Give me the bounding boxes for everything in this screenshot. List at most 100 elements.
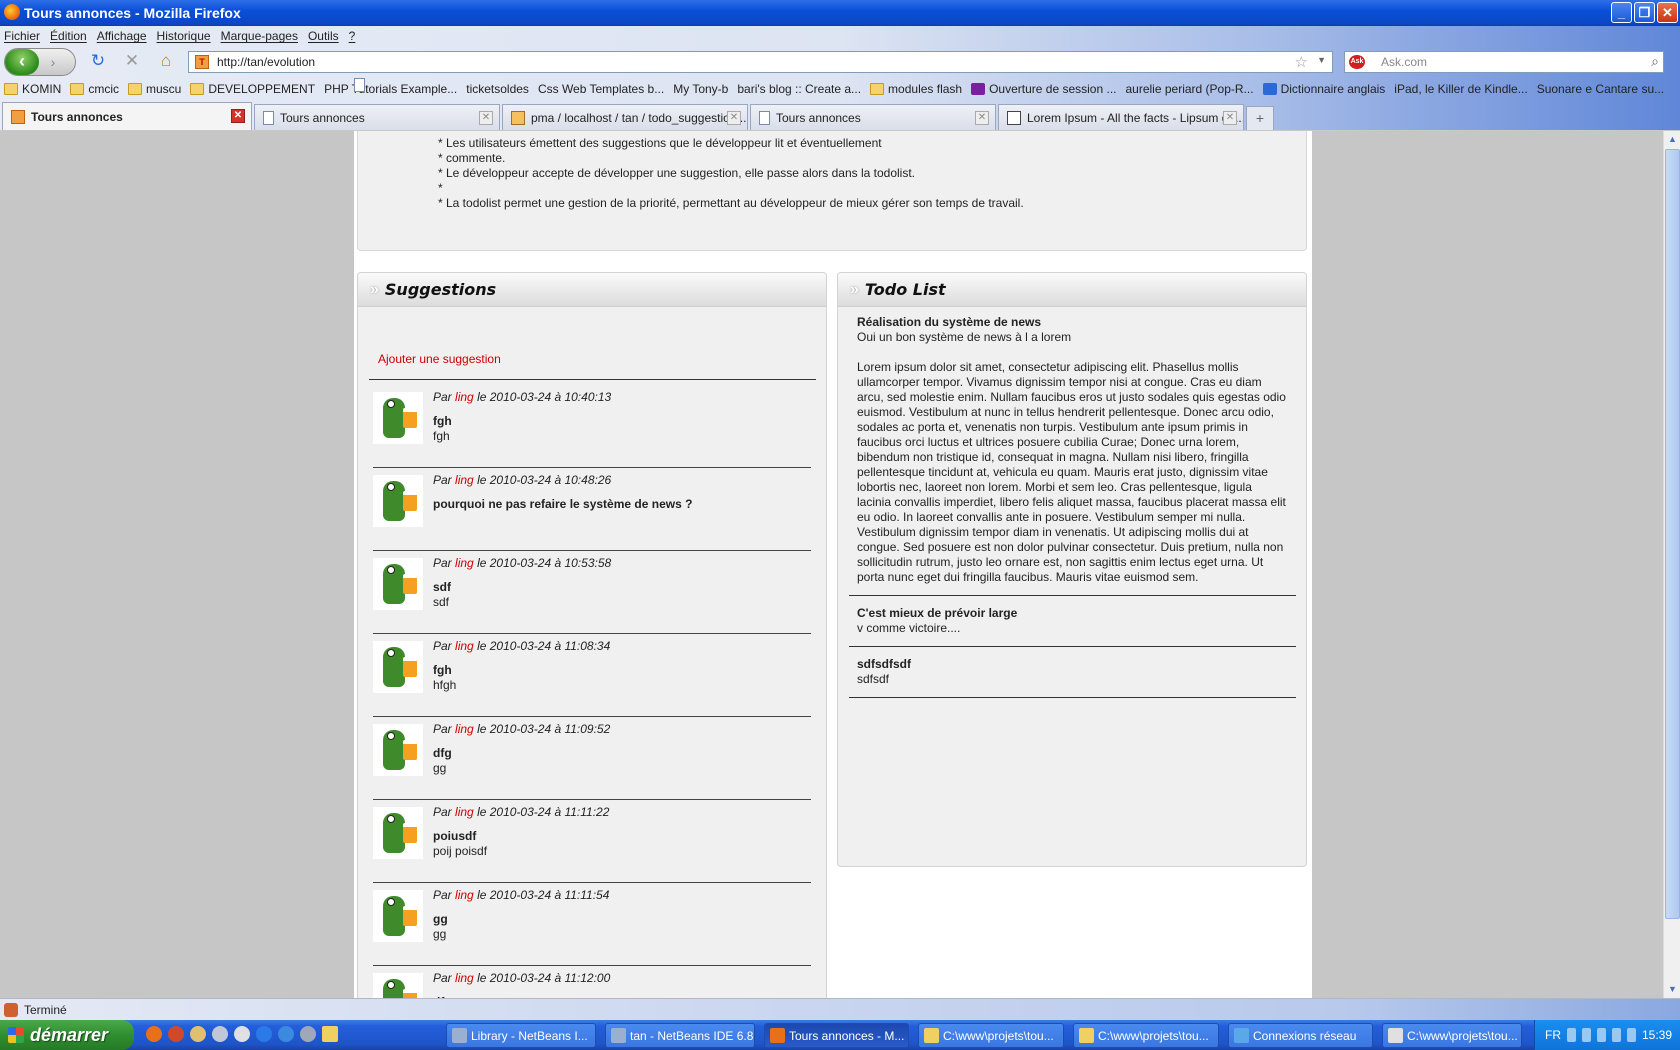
- close-tab-icon[interactable]: ✕: [231, 109, 245, 123]
- firefox-alt-quicklaunch-icon[interactable]: [168, 1026, 184, 1042]
- url-bar[interactable]: T http://tan/evolution ☆ ▼: [188, 51, 1333, 73]
- close-tab-icon[interactable]: ✕: [975, 111, 989, 125]
- calendar-quicklaunch-icon[interactable]: [234, 1026, 250, 1042]
- taskbar-task[interactable]: tan - NetBeans IDE 6.8: [605, 1023, 755, 1048]
- shield-icon[interactable]: [1627, 1028, 1636, 1042]
- bookmark-label: Css Web Templates b...: [537, 82, 665, 96]
- taskbar-task[interactable]: C:\www\projets\tou...: [918, 1023, 1064, 1048]
- close-tab-icon[interactable]: ✕: [1223, 111, 1237, 125]
- author-link[interactable]: ling: [455, 473, 474, 487]
- close-tab-icon[interactable]: ✕: [727, 111, 741, 125]
- bookmark-item[interactable]: cmcic: [70, 82, 119, 96]
- start-button[interactable]: démarrer: [0, 1020, 134, 1050]
- firefox-icon: [4, 4, 20, 20]
- maximize-button[interactable]: ❐: [1634, 2, 1655, 23]
- tab-lorem-ipsum[interactable]: Lorem Ipsum - All the facts - Lipsum ge.…: [998, 104, 1244, 130]
- scroll-down-icon[interactable]: ▼: [1665, 982, 1680, 997]
- scroll-up-icon[interactable]: ▲: [1665, 132, 1680, 147]
- author-link[interactable]: ling: [455, 971, 474, 985]
- search-bar[interactable]: Ask Ask.com ⌕: [1344, 51, 1664, 73]
- page-icon: [263, 110, 274, 125]
- url-dropdown-icon[interactable]: ▼: [1317, 55, 1326, 65]
- users-quicklaunch-icon[interactable]: [190, 1026, 206, 1042]
- author-link[interactable]: ling: [455, 888, 474, 902]
- bookmark-item[interactable]: My Tony-b: [354, 78, 728, 96]
- taskbar-task[interactable]: C:\www\projets\tou...: [1073, 1023, 1219, 1048]
- menu-outils[interactable]: Outils: [308, 29, 339, 43]
- bookmark-item[interactable]: KOMIN: [4, 82, 61, 96]
- bookmark-item[interactable]: iPad, le Killer de Kindle...: [354, 78, 1528, 96]
- author-link[interactable]: ling: [455, 639, 474, 653]
- menu-help[interactable]: ?: [349, 29, 356, 43]
- bookmark-item[interactable]: Css Web Templates b...: [354, 78, 665, 96]
- bookmark-item[interactable]: Dictionnaire anglais: [1262, 82, 1385, 96]
- close-window-button[interactable]: ✕: [1657, 2, 1678, 23]
- suggestion-text: gg: [433, 761, 447, 775]
- todo-paragraph: v comme victoire....: [857, 621, 961, 635]
- bookmark-item[interactable]: muscu: [128, 82, 181, 96]
- tab-tours-annonces-3[interactable]: Tours annonces ✕: [750, 104, 996, 130]
- meta-by: Par: [433, 722, 452, 736]
- tab-tours-annonces-2[interactable]: Tours annonces ✕: [254, 104, 500, 130]
- ie-quicklaunch-icon[interactable]: [256, 1026, 272, 1042]
- taskbar-task[interactable]: C:\www\projets\tou...: [1382, 1023, 1522, 1048]
- todo-body: v comme victoire....: [857, 621, 1288, 636]
- bluetooth-icon[interactable]: [1597, 1028, 1606, 1042]
- minimize-button[interactable]: _: [1611, 2, 1632, 23]
- task-label: C:\www\projets\tou...: [943, 1028, 1054, 1043]
- vertical-scrollbar[interactable]: ▲ ▼: [1663, 131, 1680, 998]
- network-icon[interactable]: [1582, 1028, 1591, 1042]
- tab-tours-annonces-active[interactable]: Tours annonces ✕: [2, 102, 252, 130]
- home-icon[interactable]: ⌂: [156, 51, 176, 71]
- ask-engine-icon[interactable]: Ask: [1349, 55, 1365, 69]
- todo-title: sdfsdfsdf: [857, 657, 911, 671]
- bookmark-label: Ouverture de session ...: [989, 82, 1117, 96]
- tab-phpmyadmin[interactable]: pma / localhost / tan / todo_suggestion.…: [502, 104, 748, 130]
- suggestion-title: pourquoi ne pas refaire le système de ne…: [433, 497, 693, 511]
- author-link[interactable]: ling: [455, 722, 474, 736]
- firefox-quicklaunch-icon[interactable]: [146, 1026, 162, 1042]
- suggestion-text: gg: [433, 927, 447, 941]
- close-tab-icon[interactable]: ✕: [479, 111, 493, 125]
- bookmark-item[interactable]: PHP Tutorials Example...: [324, 78, 457, 96]
- new-tab-button[interactable]: +: [1246, 106, 1274, 130]
- bookmark-item[interactable]: DEVELOPPEMENT: [190, 82, 315, 96]
- bookmark-item[interactable]: Suonare e Cantare su...: [354, 78, 1664, 96]
- site-favicon-icon: T: [195, 55, 209, 69]
- author-link[interactable]: ling: [455, 390, 474, 404]
- menu-edition[interactable]: Édition: [50, 29, 87, 43]
- reload-icon[interactable]: ↻: [88, 51, 108, 71]
- bookmark-item[interactable]: aurelie periard (Pop-R...: [354, 78, 1254, 96]
- tray-back-icon[interactable]: [1567, 1028, 1576, 1042]
- todo-paragraph: sdfsdf: [857, 672, 890, 686]
- menu-fichier[interactable]: Fichier: [4, 29, 40, 43]
- intro-line: * La todolist permet une gestion de la p…: [438, 196, 1024, 210]
- menu-affichage[interactable]: Affichage: [97, 29, 147, 43]
- stop-icon[interactable]: ✕: [122, 51, 142, 71]
- search-icon[interactable]: ⌕: [1651, 53, 1659, 70]
- tools-quicklaunch-icon[interactable]: [212, 1026, 228, 1042]
- beer-mug-icon: [403, 574, 417, 594]
- bookmark-item[interactable]: modules flash: [870, 82, 962, 96]
- bookmark-item[interactable]: ticketsoldes: [354, 78, 529, 96]
- taskbar-task[interactable]: Tours annonces - M...: [764, 1023, 909, 1048]
- menu-historique[interactable]: Historique: [157, 29, 211, 43]
- author-link[interactable]: ling: [455, 556, 474, 570]
- forward-arrow-icon[interactable]: ›: [43, 53, 63, 71]
- author-link[interactable]: ling: [455, 805, 474, 819]
- bookmark-star-icon[interactable]: ☆: [1295, 53, 1308, 71]
- language-indicator[interactable]: FR: [1545, 1028, 1561, 1042]
- volume-icon[interactable]: [1612, 1028, 1621, 1042]
- media-quicklaunch-icon[interactable]: [300, 1026, 316, 1042]
- folder-quicklaunch-icon[interactable]: [322, 1026, 338, 1042]
- bookmark-item[interactable]: Ouverture de session ...: [971, 82, 1117, 96]
- back-arrow-icon[interactable]: ‹: [5, 49, 39, 75]
- suggestions-header: » Suggestions: [358, 273, 826, 307]
- scrollbar-thumb[interactable]: [1665, 149, 1680, 919]
- ie-alt-quicklaunch-icon[interactable]: [278, 1026, 294, 1042]
- bookmark-item[interactable]: bari's blog :: Create a...: [354, 78, 861, 96]
- taskbar-task[interactable]: Library - NetBeans I...: [446, 1023, 596, 1048]
- taskbar-task[interactable]: Connexions réseau: [1228, 1023, 1373, 1048]
- menu-marque-pages[interactable]: Marque-pages: [221, 29, 298, 43]
- add-suggestion-link[interactable]: Ajouter une suggestion: [378, 352, 501, 366]
